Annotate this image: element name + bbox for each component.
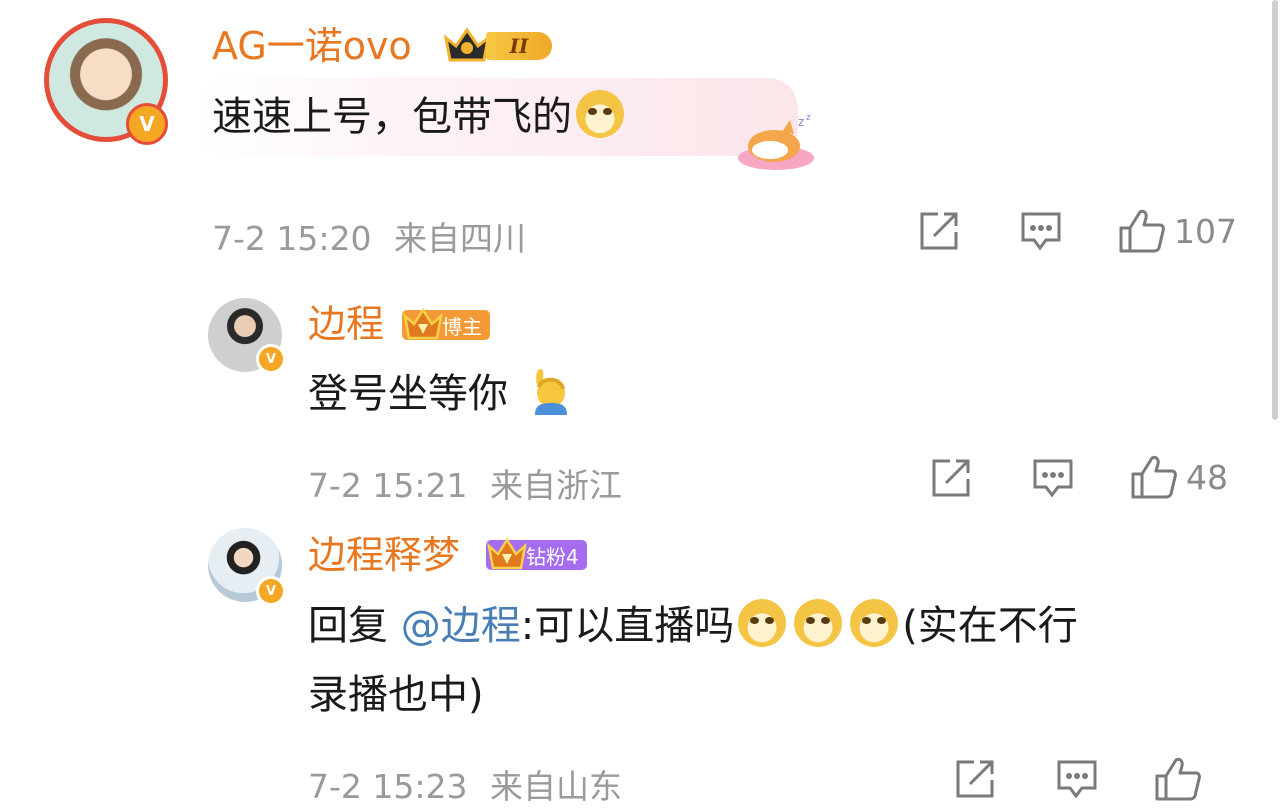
share-icon	[920, 212, 958, 250]
share-button[interactable]	[918, 210, 960, 252]
doge-emoji	[794, 599, 843, 647]
svg-text:z: z	[806, 113, 811, 123]
level-label: II	[486, 32, 552, 60]
verified-badge-icon: V	[256, 576, 286, 606]
like-count: 48	[1186, 457, 1228, 497]
person-raising-hand-emoji	[534, 369, 567, 415]
comment-icon	[1033, 459, 1073, 498]
fan-badge: 钻粉4	[486, 537, 587, 570]
share-button[interactable]	[954, 758, 996, 800]
comment-icon	[1057, 760, 1097, 799]
comment-meta: 7-2 15:23 来自山东	[308, 760, 622, 808]
like-button[interactable]: 107	[1118, 208, 1237, 254]
mention-link[interactable]: @边程	[401, 603, 521, 649]
comment-text: 速速上号，包带飞的	[212, 88, 628, 146]
level-badge: II	[442, 24, 558, 66]
comment-text-line2-content: 录播也中)	[308, 672, 484, 718]
share-icon	[956, 760, 994, 798]
badge-label: 博主	[442, 314, 482, 339]
comment-text-content: 登号坐等你	[308, 371, 508, 417]
like-icon	[1155, 757, 1201, 801]
crown-icon	[487, 537, 527, 570]
doge-emoji	[738, 599, 787, 647]
verified-badge-icon: V	[256, 344, 286, 374]
like-icon	[1119, 209, 1165, 253]
corgi-sticker: z z	[738, 113, 814, 170]
share-button[interactable]	[930, 457, 972, 499]
location: 来自山东	[490, 767, 622, 806]
scrollbar[interactable]	[1272, 0, 1278, 420]
comment-button[interactable]	[1032, 457, 1074, 499]
verified-badge-icon: V	[126, 103, 168, 145]
location: 来自浙江	[490, 466, 622, 505]
blogger-badge: 博主	[402, 307, 490, 340]
comment-icon	[1021, 212, 1061, 251]
crown-icon	[443, 27, 491, 62]
comment-text-line1: :可以直播吗	[520, 603, 735, 649]
crown-icon	[403, 307, 443, 340]
timestamp: 7-2 15:21	[308, 466, 468, 505]
like-icon	[1131, 455, 1177, 499]
comment-text: 回复 @边程:可以直播吗 (实在不行	[308, 597, 1078, 655]
comment-text-line1-tail: (实在不行	[902, 603, 1078, 649]
reply-prefix: 回复	[308, 603, 388, 649]
timestamp: 7-2 15:20	[212, 219, 372, 258]
timestamp: 7-2 15:23	[308, 767, 468, 806]
username[interactable]: 边程	[308, 305, 384, 343]
comment-text: 登号坐等你	[308, 365, 571, 423]
comment-meta: 7-2 15:21 来自浙江	[308, 459, 622, 507]
username[interactable]: AG一诺ovo	[212, 27, 412, 65]
comment-thread: { "comments": [ { "username": "AG一诺ovo",…	[0, 0, 1284, 807]
svg-text:z: z	[798, 115, 804, 129]
like-count: 107	[1174, 211, 1237, 251]
comment-text-content: 速速上号，包带飞的	[212, 94, 572, 140]
share-icon	[932, 459, 970, 497]
badge-label: 钻粉4	[526, 544, 579, 569]
username[interactable]: 边程释梦	[308, 536, 460, 574]
doge-emoji	[576, 90, 624, 138]
like-button[interactable]: 48	[1130, 454, 1228, 500]
doge-emoji	[850, 599, 899, 647]
comment-text-line2: 录播也中)	[308, 666, 484, 724]
comment-button[interactable]	[1056, 758, 1098, 800]
location: 来自四川	[394, 219, 526, 258]
comment-meta: 7-2 15:20 来自四川	[212, 212, 526, 260]
like-button[interactable]	[1154, 756, 1202, 802]
comment-button[interactable]	[1020, 210, 1062, 252]
